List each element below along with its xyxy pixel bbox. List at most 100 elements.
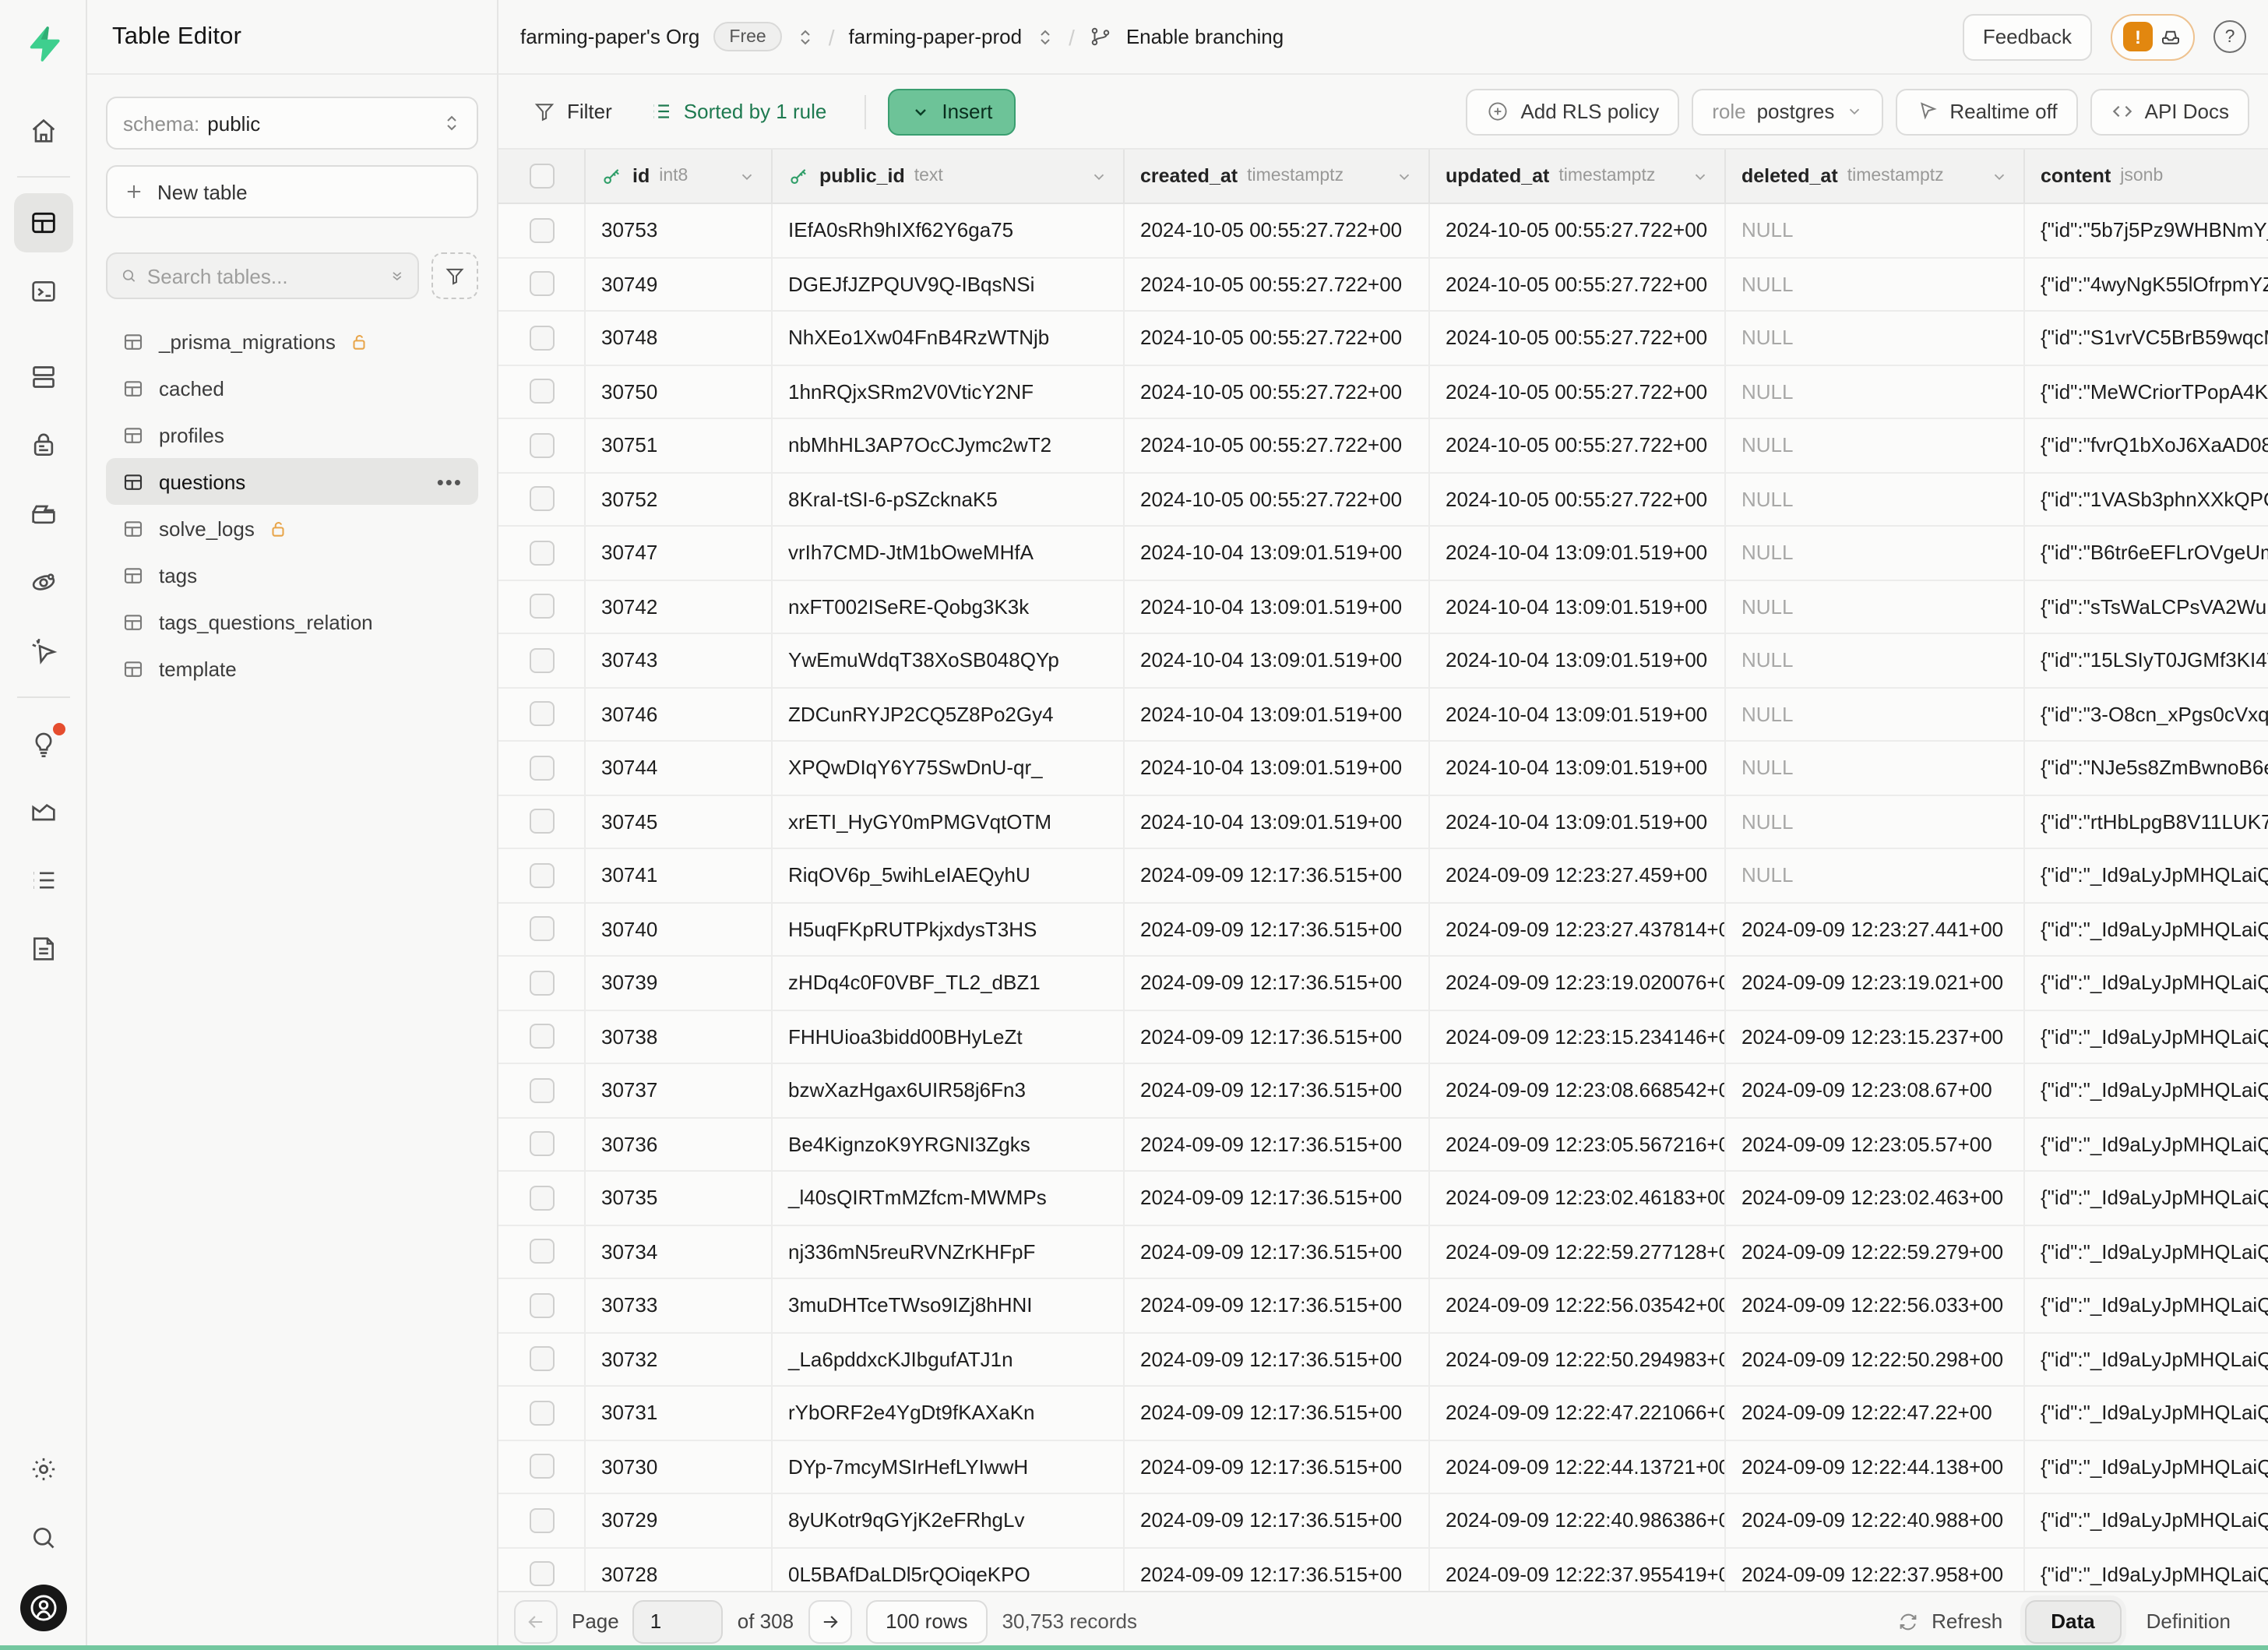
advisors-icon[interactable]	[13, 714, 72, 773]
cell-created_at[interactable]: 2024-10-04 13:09:01.519+00	[1125, 688, 1430, 740]
cell-public_id[interactable]: nxFT002ISeRE-Qobg3K3k	[773, 580, 1125, 633]
storage-icon[interactable]	[13, 485, 72, 544]
row-checkbox[interactable]	[529, 809, 554, 834]
cell-public_id[interactable]: 0L5BAfDaLDl5rQOiqeKPO	[773, 1548, 1125, 1591]
cell-id[interactable]: 30748	[586, 312, 773, 364]
sort-button[interactable]: Sorted by 1 rule	[634, 88, 843, 135]
cell-updated_at[interactable]: 2024-09-09 12:23:02.46183+00	[1430, 1172, 1726, 1224]
cell-created_at[interactable]: 2024-10-04 13:09:01.519+00	[1125, 742, 1430, 794]
row-checkbox[interactable]	[529, 1024, 554, 1049]
sidebar-table-item-tags_questions_relation[interactable]: tags_questions_relation •••	[106, 598, 478, 645]
cell-updated_at[interactable]: 2024-10-05 00:55:27.722+00	[1430, 258, 1726, 310]
cell-updated_at[interactable]: 2024-10-04 13:09:01.519+00	[1430, 795, 1726, 848]
cell-content[interactable]: {"id":"sTsWaLCPsVA2WuK2	[2025, 580, 2268, 633]
cell-id[interactable]: 30752	[586, 473, 773, 525]
cell-updated_at[interactable]: 2024-10-04 13:09:01.519+00	[1430, 742, 1726, 794]
cell-created_at[interactable]: 2024-09-09 12:17:36.515+00	[1125, 1118, 1430, 1170]
cell-created_at[interactable]: 2024-09-09 12:17:36.515+00	[1125, 1494, 1430, 1546]
cell-created_at[interactable]: 2024-10-04 13:09:01.519+00	[1125, 580, 1430, 633]
cell-created_at[interactable]: 2024-09-09 12:17:36.515+00	[1125, 1279, 1430, 1331]
cell-public_id[interactable]: H5uqFKpRUTPkjxdysT3HS	[773, 903, 1125, 955]
help-button[interactable]: ?	[2213, 20, 2246, 53]
cell-content[interactable]: {"id":"4wyNgK55lOfrpmYZc	[2025, 258, 2268, 310]
sidebar-table-item-questions[interactable]: questions •••	[106, 458, 478, 505]
cell-updated_at[interactable]: 2024-09-09 12:22:37.955419+00	[1430, 1548, 1726, 1591]
api-docs-icon[interactable]	[13, 919, 72, 978]
refresh-button[interactable]: Refresh	[1897, 1609, 2002, 1633]
cell-content[interactable]: {"id":"_Id9aLyJpMHQLaiQC	[2025, 1225, 2268, 1278]
cell-created_at[interactable]: 2024-09-09 12:17:36.515+00	[1125, 849, 1430, 901]
cell-public_id[interactable]: nj336mN5reuRVNZrKHFpF	[773, 1225, 1125, 1278]
cell-deleted_at[interactable]: 2024-09-09 12:23:27.441+00	[1726, 903, 2025, 955]
sidebar-table-item-solve_logs[interactable]: solve_logs •••	[106, 505, 478, 552]
cell-content[interactable]: {"id":"fvrQ1bXoJ6XaAD08G	[2025, 419, 2268, 471]
cell-public_id[interactable]: _l40sQIRTmMZfcm-MWMPs	[773, 1172, 1125, 1224]
row-checkbox[interactable]	[529, 1401, 554, 1426]
cell-public_id[interactable]: 1hnRQjxSRm2V0VticY2NF	[773, 365, 1125, 418]
row-checkbox[interactable]	[529, 1347, 554, 1372]
cell-public_id[interactable]: DGEJfJZPQUV9Q-IBqsNSi	[773, 258, 1125, 310]
org-switch-chevron-icon[interactable]	[796, 27, 815, 46]
cell-updated_at[interactable]: 2024-09-09 12:23:08.668542+00	[1430, 1064, 1726, 1116]
row-checkbox[interactable]	[529, 218, 554, 243]
table-editor-icon[interactable]	[13, 193, 72, 252]
command-search-icon[interactable]	[13, 1508, 72, 1567]
cell-deleted_at[interactable]: NULL	[1726, 365, 2025, 418]
column-header-created_at[interactable]: created_attimestamptz	[1125, 150, 1430, 203]
cell-public_id[interactable]: 8yUKotr9qGYjK2eFRhgLv	[773, 1494, 1125, 1546]
cell-content[interactable]: {"id":"15LSIyT0JGMf3KI4Vn	[2025, 634, 2268, 686]
cell-public_id[interactable]: _La6pddxcKJIbgufATJ1n	[773, 1333, 1125, 1385]
cell-public_id[interactable]: FHHUioa3bidd00BHyLeZt	[773, 1010, 1125, 1063]
auth-icon[interactable]	[13, 416, 72, 475]
cell-deleted_at[interactable]: NULL	[1726, 419, 2025, 471]
enable-branching-button[interactable]: Enable branching	[1126, 25, 1284, 48]
cell-updated_at[interactable]: 2024-09-09 12:23:27.437814+00	[1430, 903, 1726, 955]
cell-content[interactable]: {"id":"_Id9aLyJpMHQLaiQC	[2025, 1118, 2268, 1170]
cell-id[interactable]: 30738	[586, 1010, 773, 1063]
cell-deleted_at[interactable]: 2024-09-09 12:22:40.988+00	[1726, 1494, 2025, 1546]
cell-id[interactable]: 30732	[586, 1333, 773, 1385]
cell-deleted_at[interactable]: NULL	[1726, 258, 2025, 310]
prev-page-button[interactable]	[514, 1599, 558, 1643]
edge-functions-icon[interactable]	[13, 553, 72, 612]
page-number-input[interactable]	[633, 1599, 724, 1643]
row-checkbox[interactable]	[529, 1562, 554, 1587]
cell-id[interactable]: 30734	[586, 1225, 773, 1278]
cell-content[interactable]: {"id":"NJe5s8ZmBwnoB6e3	[2025, 742, 2268, 794]
cell-deleted_at[interactable]: NULL	[1726, 688, 2025, 740]
cell-id[interactable]: 30739	[586, 957, 773, 1009]
cell-public_id[interactable]: 3muDHTceTWso9IZj8hHNI	[773, 1279, 1125, 1331]
cell-id[interactable]: 30751	[586, 419, 773, 471]
cell-id[interactable]: 30740	[586, 903, 773, 955]
row-checkbox[interactable]	[529, 702, 554, 727]
cell-created_at[interactable]: 2024-09-09 12:17:36.515+00	[1125, 903, 1430, 955]
column-header-content[interactable]: contentjsonb	[2025, 150, 2268, 203]
api-docs-button[interactable]: API Docs	[2090, 88, 2249, 135]
select-all-checkbox[interactable]	[529, 164, 554, 189]
row-checkbox[interactable]	[529, 433, 554, 458]
new-table-button[interactable]: New table	[106, 165, 478, 218]
cell-deleted_at[interactable]: NULL	[1726, 580, 2025, 633]
cell-deleted_at[interactable]: 2024-09-09 12:22:44.138+00	[1726, 1440, 2025, 1493]
cell-created_at[interactable]: 2024-09-09 12:17:36.515+00	[1125, 1172, 1430, 1224]
cell-id[interactable]: 30729	[586, 1494, 773, 1546]
cell-deleted_at[interactable]: NULL	[1726, 742, 2025, 794]
cell-created_at[interactable]: 2024-10-04 13:09:01.519+00	[1125, 527, 1430, 579]
cell-deleted_at[interactable]: 2024-09-09 12:22:59.279+00	[1726, 1225, 2025, 1278]
cell-updated_at[interactable]: 2024-10-05 00:55:27.722+00	[1430, 365, 1726, 418]
cell-id[interactable]: 30728	[586, 1548, 773, 1591]
cell-public_id[interactable]: xrETI_HyGY0mPMGVqtOTM	[773, 795, 1125, 848]
cell-id[interactable]: 30747	[586, 527, 773, 579]
cell-deleted_at[interactable]: 2024-09-09 12:23:15.237+00	[1726, 1010, 2025, 1063]
cell-content[interactable]: {"id":"_Id9aLyJpMHQLaiQC	[2025, 849, 2268, 901]
cell-id[interactable]: 30749	[586, 258, 773, 310]
user-avatar[interactable]	[19, 1585, 66, 1631]
cell-deleted_at[interactable]: 2024-09-09 12:23:08.67+00	[1726, 1064, 2025, 1116]
cell-created_at[interactable]: 2024-09-09 12:17:36.515+00	[1125, 1387, 1430, 1439]
table-filter-button[interactable]	[431, 252, 478, 299]
cell-deleted_at[interactable]: NULL	[1726, 795, 2025, 848]
cell-updated_at[interactable]: 2024-09-09 12:22:56.03542+00	[1430, 1279, 1726, 1331]
cell-updated_at[interactable]: 2024-09-09 12:22:59.277128+00	[1430, 1225, 1726, 1278]
cell-id[interactable]: 30733	[586, 1279, 773, 1331]
sidebar-table-item-template[interactable]: template •••	[106, 645, 478, 692]
